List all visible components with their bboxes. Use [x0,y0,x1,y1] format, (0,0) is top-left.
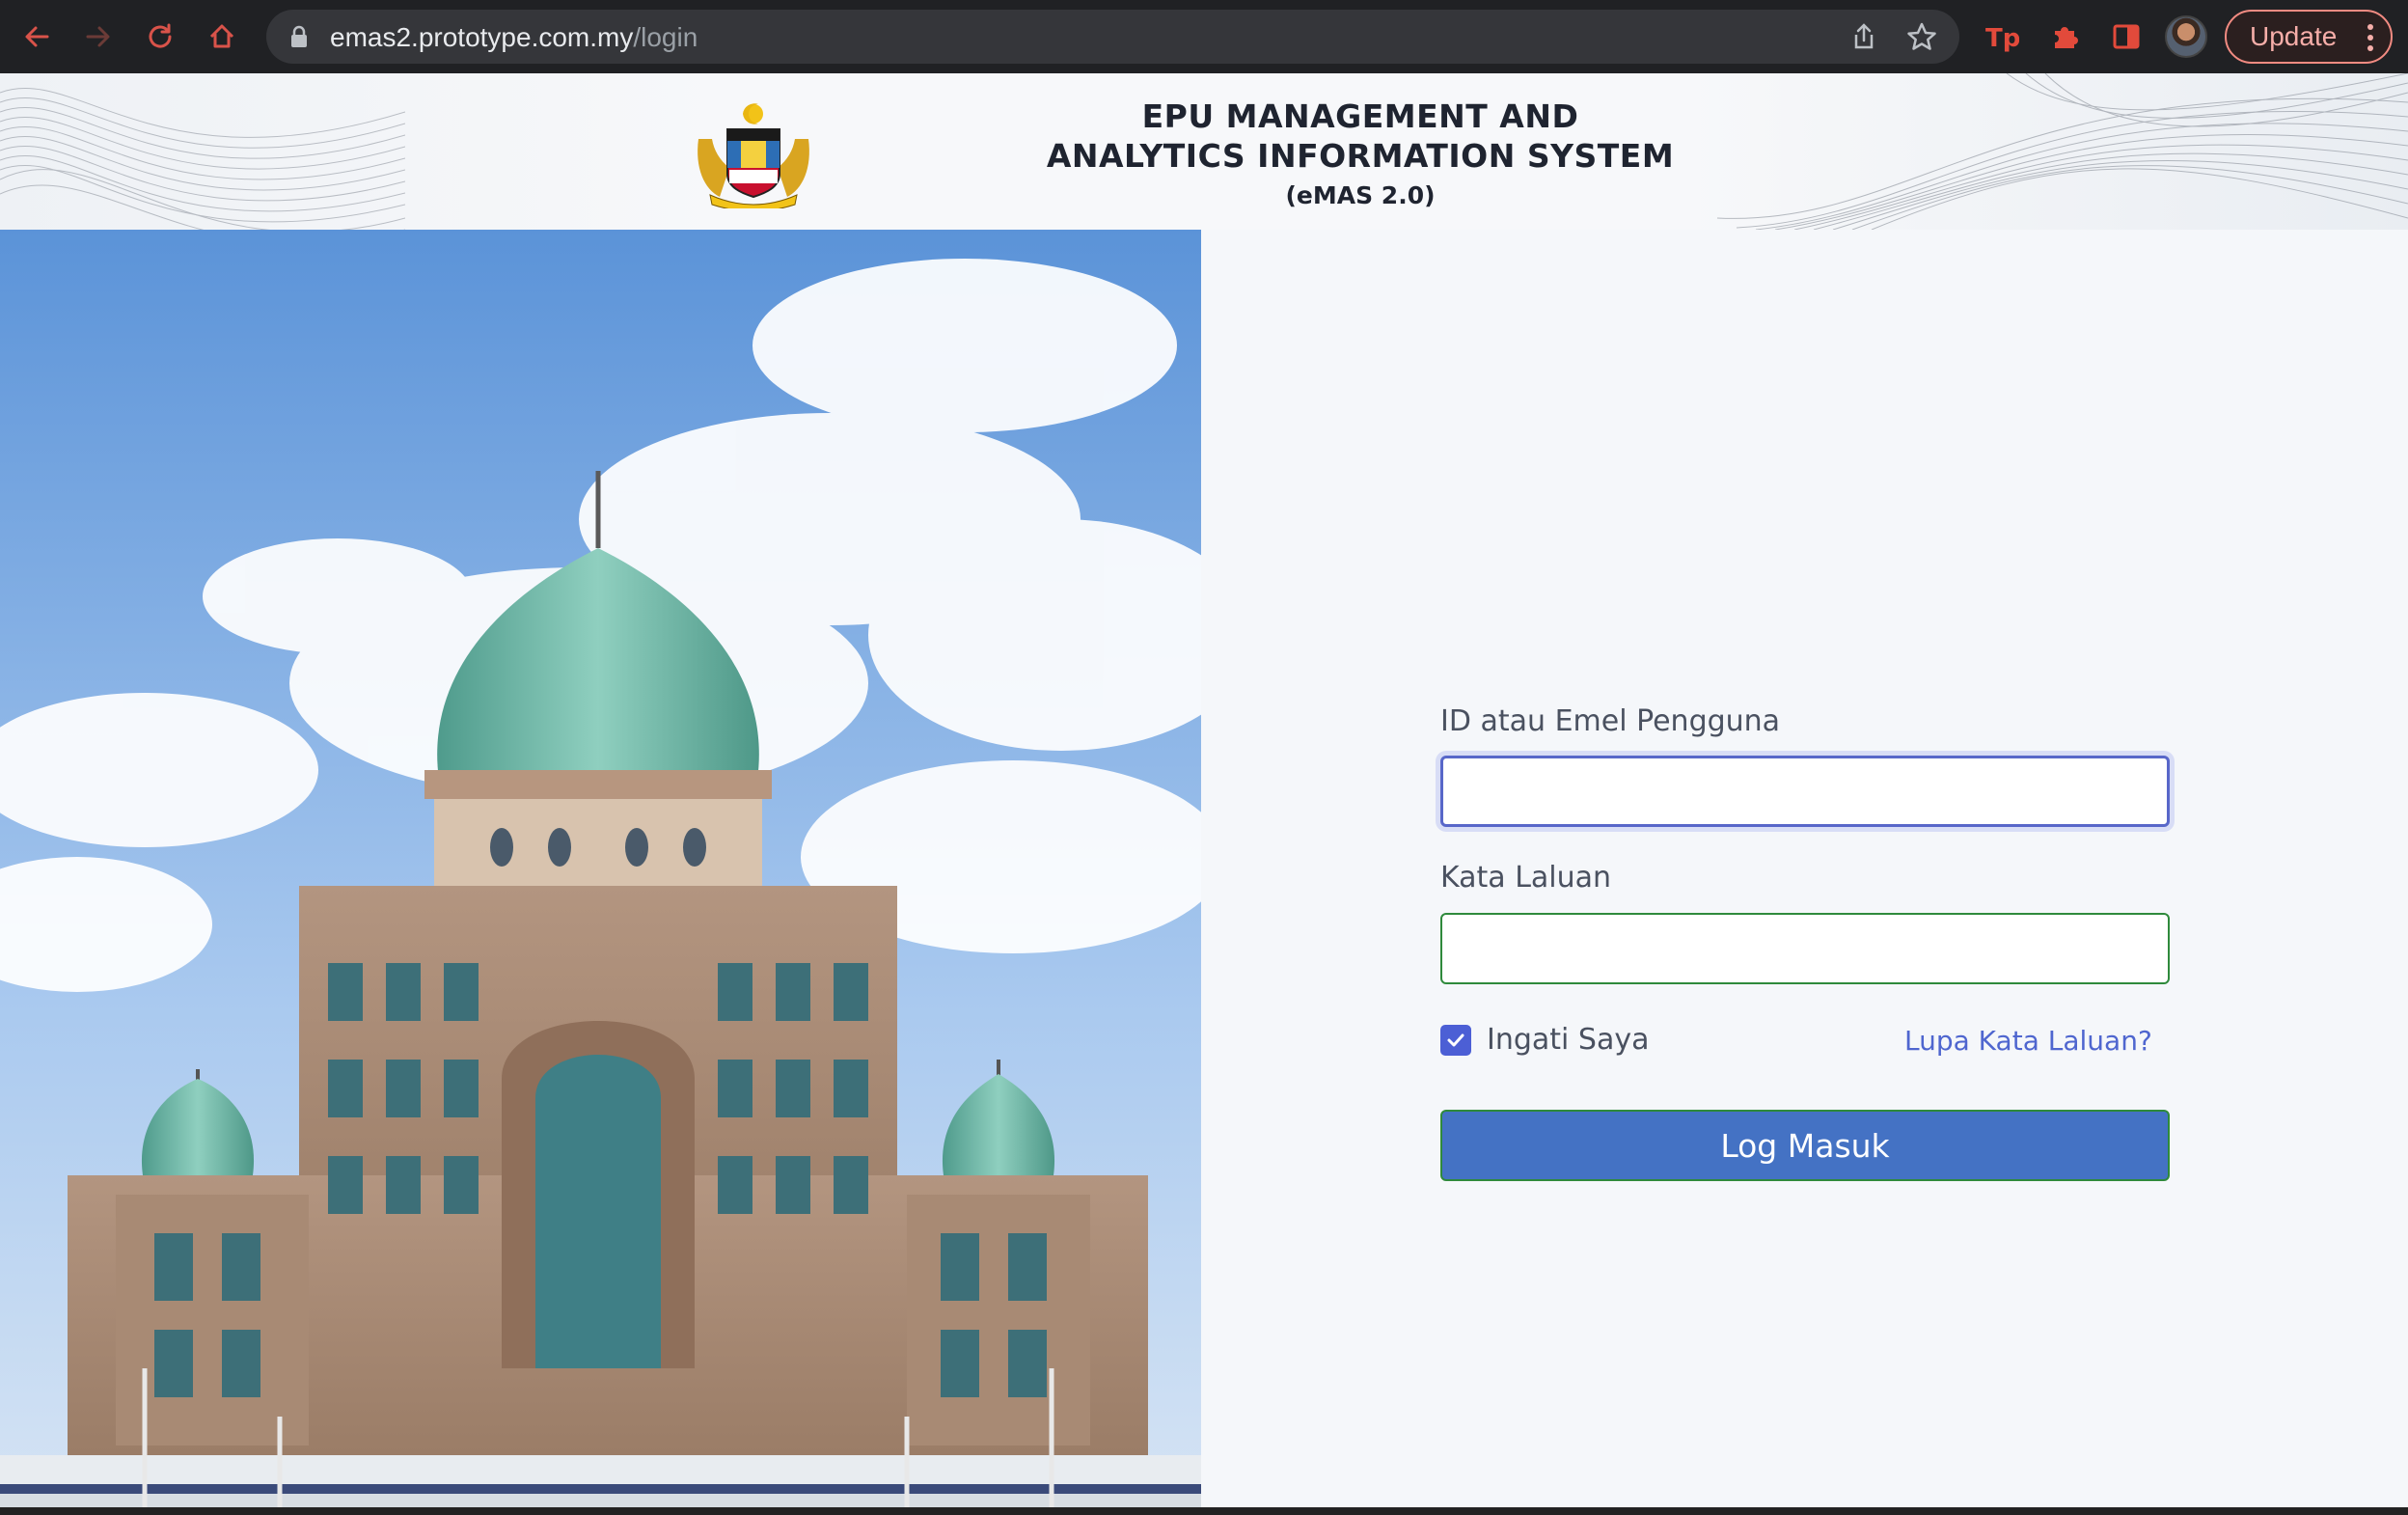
extension-tp-icon[interactable]: Tp [1981,15,2023,58]
header-wave-right-decoration [1717,73,2408,230]
kebab-menu-icon[interactable] [2367,24,2373,56]
check-icon [1447,1033,1464,1046]
perdana-putra-building-photo [0,230,1201,1515]
update-label: Update [2250,21,2338,51]
system-title: EPU MANAGEMENT AND ANALYTICS INFORMATION… [965,96,1756,216]
login-panel: ID atau Emel Pengguna Kata Laluan Ingati… [1201,230,2408,1515]
password-label: Kata Laluan [1440,861,1612,895]
site-header: EPU MANAGEMENT AND ANALYTICS INFORMATION… [0,73,2408,230]
remember-label: Ingati Saya [1487,1023,1650,1057]
address-bar[interactable]: emas2.prototype.com.my/login [266,10,1959,64]
password-input[interactable] [1440,913,2170,984]
share-icon[interactable] [1848,21,1879,57]
reload-icon[interactable] [137,14,183,60]
login-button[interactable]: Log Masuk [1440,1110,2170,1181]
puzzle-icon[interactable] [2043,15,2086,58]
back-icon[interactable] [14,14,60,60]
remember-checkbox[interactable] [1440,1024,1471,1056]
malaysia-coat-of-arms-logo [698,103,809,208]
update-button[interactable]: Update [2225,10,2393,64]
star-icon[interactable] [1906,21,1937,57]
browser-toolbar: emas2.prototype.com.my/login Tp Update [0,0,2408,73]
forgot-password-link[interactable]: Lupa Kata Laluan? [1904,1025,2152,1057]
home-icon[interactable] [199,14,245,60]
username-label: ID atau Emel Pengguna [1440,704,1781,738]
title-version: (eMAS 2.0) [1285,181,1436,209]
forward-icon[interactable] [75,14,122,60]
svg-text:Tp: Tp [1985,24,2019,52]
username-input[interactable] [1440,756,2170,827]
title-line-2: ANALYTICS INFORMATION SYSTEM [1046,137,1675,175]
window-bottom-edge [0,1507,2408,1515]
header-wave-left-decoration [0,88,405,230]
sidepanel-icon[interactable] [2105,15,2148,58]
lock-icon[interactable] [289,25,309,53]
profile-avatar[interactable] [2165,15,2207,58]
url-text[interactable]: emas2.prototype.com.my/login [330,22,698,53]
title-line-1: EPU MANAGEMENT AND [1141,97,1579,135]
remember-me[interactable]: Ingati Saya [1440,1023,1650,1057]
